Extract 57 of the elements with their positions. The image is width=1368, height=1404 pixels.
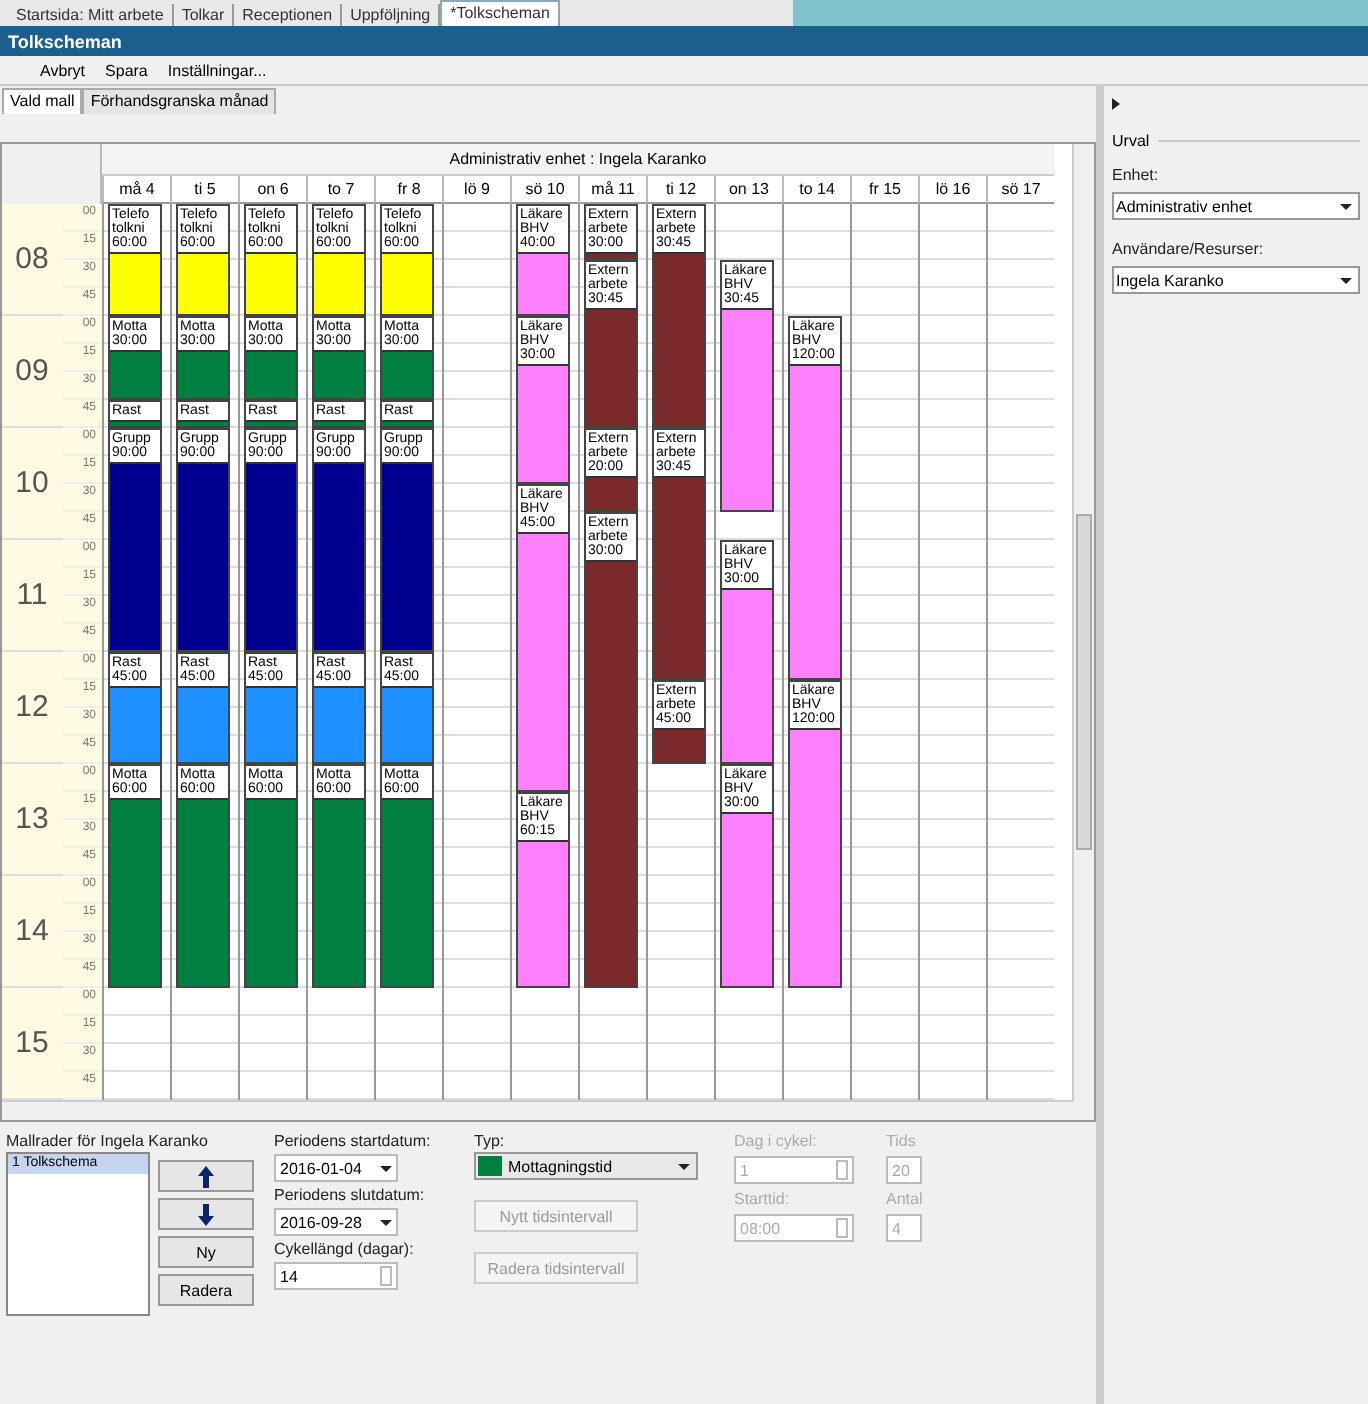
menu-item[interactable]: Inställningar... — [167, 61, 267, 79]
arrow-up-icon — [198, 1165, 214, 1187]
menu-item[interactable]: Avbryt — [40, 61, 86, 79]
vertical-scrollbar[interactable] — [1072, 144, 1094, 1120]
horizontal-scrollbar[interactable] — [2, 1100, 1074, 1120]
dropdown-arrow-icon — [380, 1165, 392, 1171]
label: Cykellängd (dagar): — [274, 1238, 416, 1260]
label: Typ: — [474, 1130, 507, 1152]
calendar-header: Administrativ enhet : Ingela Karanko — [102, 144, 1054, 176]
hour-label: 10 — [15, 466, 49, 500]
day-header: on 13 — [714, 176, 782, 204]
hour-label: 12 — [15, 690, 49, 724]
label: Mallrader för Ingela Karanko — [6, 1130, 210, 1152]
dropdown-arrow-icon — [678, 1163, 690, 1169]
hour-label: 09 — [15, 354, 49, 388]
day-header: to 14 — [782, 176, 850, 204]
day-header: lö 16 — [918, 176, 986, 204]
dropdown-arrow-icon — [1340, 203, 1352, 209]
dropdown[interactable]: Ingela Karanko — [1112, 266, 1360, 294]
tab[interactable]: Förhandsgranska månad — [82, 88, 277, 114]
type-dropdown[interactable]: Mottagningstid — [474, 1152, 698, 1180]
section-title: Urval — [1112, 132, 1150, 150]
label: Periodens startdatum: — [274, 1130, 433, 1152]
hour-label: 08 — [15, 242, 49, 276]
button[interactable]: Radera — [158, 1274, 254, 1306]
menu-item[interactable]: Spara — [105, 61, 148, 79]
tab[interactable]: Vald mall — [2, 88, 83, 114]
hour-label: 15 — [15, 1026, 49, 1060]
date-field[interactable]: 2016-01-04 — [274, 1154, 398, 1182]
label: Enhet: — [1112, 164, 1161, 186]
hour-label: 11 — [16, 578, 48, 612]
window-title: Tolkscheman — [8, 31, 122, 51]
spinner-icon — [836, 1160, 848, 1180]
label: Användare/Resurser: — [1112, 238, 1266, 260]
spin-field[interactable]: 14 — [274, 1262, 398, 1290]
button[interactable]: Ny — [158, 1236, 254, 1268]
pin-icon[interactable] — [1112, 98, 1120, 110]
dropdown-arrow-icon — [1340, 277, 1352, 283]
day-header: lö 9 — [442, 176, 510, 204]
spinner-icon — [836, 1218, 848, 1238]
day-header: fr 15 — [850, 176, 918, 204]
document-tab[interactable]: *Tolkscheman — [440, 0, 560, 26]
move-up-button[interactable] — [158, 1160, 254, 1192]
dropdown[interactable]: Administrativ enhet — [1112, 192, 1360, 220]
label: Starttid: — [734, 1188, 792, 1210]
dropdown-arrow-icon — [380, 1219, 392, 1225]
hour-label: 13 — [15, 802, 49, 836]
label: Periodens slutdatum: — [274, 1184, 427, 1206]
day-header: sö 17 — [986, 176, 1054, 204]
arrow-down-icon — [198, 1203, 214, 1225]
move-down-button[interactable] — [158, 1198, 254, 1230]
label: Tids — [886, 1130, 918, 1152]
label: Dag i cykel: — [734, 1130, 819, 1152]
hour-label: 14 — [15, 914, 49, 948]
date-field[interactable]: 2016-09-28 — [274, 1208, 398, 1236]
label: Antal — [886, 1188, 922, 1210]
spinner-icon — [380, 1266, 392, 1286]
